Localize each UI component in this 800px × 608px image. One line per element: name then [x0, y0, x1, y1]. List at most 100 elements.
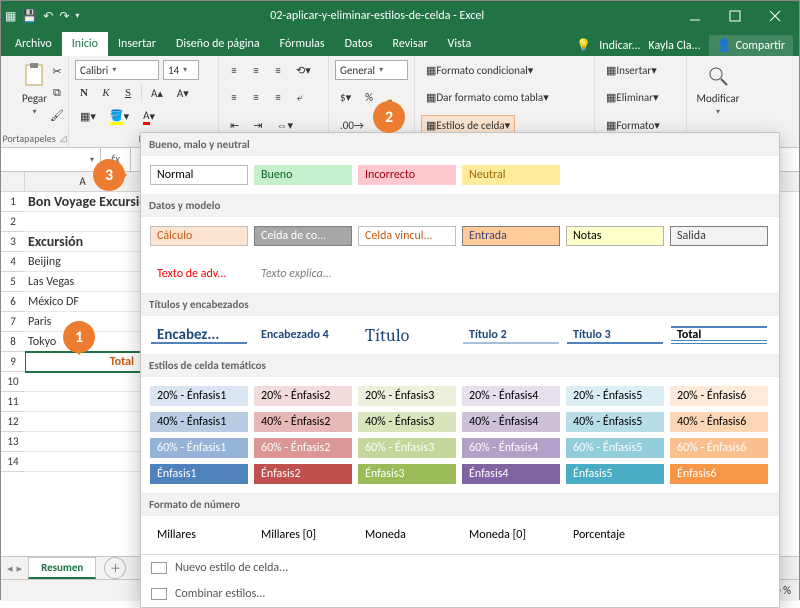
orientation-icon[interactable]: ⟲▾ [291, 60, 316, 80]
borders-icon[interactable]: ▦▾ [75, 107, 101, 127]
style-swatch[interactable]: 60% - Énfasis6 [670, 438, 768, 458]
tell-me-text[interactable]: Indicar... [599, 39, 640, 53]
style-swatch[interactable]: Texto explica... [254, 264, 352, 284]
style-swatch[interactable]: Cálculo [150, 226, 248, 246]
style-swatch[interactable]: 20% - Énfasis3 [358, 386, 456, 406]
format-as-table-button[interactable]: ▦ Dar formato como tabla ▾ [421, 88, 554, 108]
cell-A3[interactable]: Excursión [25, 232, 141, 252]
align-right-icon[interactable]: ≡ [269, 88, 287, 108]
row-header[interactable]: 13 [1, 432, 25, 452]
cell-A14[interactable] [25, 452, 141, 472]
style-swatch[interactable]: Énfasis2 [254, 464, 352, 484]
style-swatch[interactable]: Entrada [462, 226, 560, 246]
align-bottom-icon[interactable]: ≡ [269, 60, 287, 80]
style-swatch[interactable]: Título 2 [462, 325, 560, 345]
style-swatch[interactable]: Texto de adv... [150, 264, 248, 284]
style-swatch[interactable]: Porcentaje [566, 525, 664, 545]
style-swatch[interactable]: 60% - Énfasis1 [150, 438, 248, 458]
dialog-launcher-icon[interactable]: ◿ [60, 133, 67, 144]
row-header[interactable]: 6 [1, 292, 25, 312]
row-header[interactable]: 8 [1, 332, 25, 352]
row-header[interactable]: 5 [1, 272, 25, 292]
cell-A11[interactable] [25, 392, 141, 412]
editing-button[interactable]: Modificar ▾ [693, 60, 743, 119]
style-swatch[interactable]: Moneda [358, 525, 456, 545]
tab-datos[interactable]: Datos [335, 32, 383, 56]
style-swatch[interactable]: 20% - Énfasis4 [462, 386, 560, 406]
style-swatch[interactable]: Total [670, 325, 768, 345]
style-swatch[interactable]: Título 3 [566, 325, 664, 345]
row-header[interactable]: 2 [1, 212, 25, 232]
cell-A6[interactable]: México DF [25, 292, 141, 312]
style-swatch[interactable]: Moneda [0] [462, 525, 560, 545]
font-size-combo[interactable]: 14▾ [163, 60, 199, 80]
style-swatch[interactable]: 20% - Énfasis2 [254, 386, 352, 406]
font-name-combo[interactable]: Calibri▾ [75, 60, 159, 80]
style-swatch[interactable]: Neutral [462, 165, 560, 185]
wrap-text-icon[interactable]: ⤶ [291, 88, 309, 108]
cell-A13[interactable] [25, 432, 141, 452]
style-swatch[interactable]: Celda vincul... [358, 226, 456, 246]
tab-diseño-de-página[interactable]: Diseño de página [166, 32, 270, 56]
tab-insertar[interactable]: Insertar [108, 32, 166, 56]
align-center-icon[interactable]: ≡ [247, 88, 265, 108]
name-box[interactable]: ▾ [1, 148, 101, 171]
format-painter-icon[interactable]: 🖌 [45, 105, 69, 125]
style-swatch[interactable]: 20% - Énfasis5 [566, 386, 664, 406]
style-swatch[interactable]: 20% - Énfasis1 [150, 386, 248, 406]
conditional-format-button[interactable]: ▦ Formato condicional ▾ [421, 60, 538, 80]
close-button[interactable] [755, 1, 795, 31]
cell-A5[interactable]: Las Vegas [25, 272, 141, 292]
style-swatch[interactable]: Título [358, 325, 456, 345]
copy-icon[interactable]: ⧉ [45, 83, 69, 103]
row-header[interactable]: 7 [1, 312, 25, 332]
qat-dropdown-icon[interactable]: ▾ [75, 11, 79, 21]
tab-inicio[interactable]: Inicio [62, 32, 108, 56]
row-header[interactable]: 4 [1, 252, 25, 272]
style-swatch[interactable]: Millares [150, 525, 248, 545]
style-swatch[interactable]: Celda de co... [254, 226, 352, 246]
style-swatch[interactable]: Énfasis6 [670, 464, 768, 484]
row-header[interactable]: 9 [1, 352, 25, 372]
style-swatch[interactable]: 60% - Énfasis5 [566, 438, 664, 458]
maximize-button[interactable] [715, 1, 755, 31]
minimize-button[interactable] [675, 1, 715, 31]
tab-revisar[interactable]: Revisar [383, 32, 438, 56]
share-button[interactable]: 👤 Compartir [709, 35, 793, 56]
sheet-nav-next-icon[interactable]: ▸ [17, 562, 23, 575]
row-header[interactable]: 11 [1, 392, 25, 412]
style-swatch[interactable]: Incorrecto [358, 165, 456, 185]
grow-font-icon[interactable]: A▴ [146, 83, 168, 103]
cell-A4[interactable]: Beijing [25, 252, 141, 272]
style-swatch[interactable]: 60% - Énfasis2 [254, 438, 352, 458]
sheet-tab[interactable]: Resumen [28, 557, 96, 579]
redo-icon[interactable]: ↷ [59, 9, 69, 24]
delete-cells-button[interactable]: ▦ Eliminar ▾ [601, 88, 664, 108]
style-swatch[interactable]: Normal [150, 165, 248, 185]
style-swatch[interactable]: 40% - Énfasis4 [462, 412, 560, 432]
row-header[interactable]: 10 [1, 372, 25, 392]
gallery-footer-item[interactable]: Nuevo estilo de celda... [141, 555, 779, 581]
select-all-corner[interactable] [1, 172, 25, 192]
user-name[interactable]: Kayla Cla... [648, 39, 700, 53]
row-header[interactable]: 14 [1, 452, 25, 472]
style-swatch[interactable]: 60% - Énfasis4 [462, 438, 560, 458]
style-swatch[interactable]: 40% - Énfasis3 [358, 412, 456, 432]
fill-color-icon[interactable]: 🪣▾ [105, 107, 134, 127]
bold-button[interactable]: N [75, 83, 93, 103]
save-icon[interactable]: 💾 [22, 9, 37, 24]
italic-button[interactable]: K [97, 83, 115, 103]
undo-icon[interactable]: ↶ [43, 9, 53, 24]
style-swatch[interactable]: Énfasis3 [358, 464, 456, 484]
style-swatch[interactable]: 40% - Énfasis5 [566, 412, 664, 432]
style-swatch[interactable]: Énfasis5 [566, 464, 664, 484]
add-sheet-button[interactable]: ＋ [104, 557, 126, 579]
row-header[interactable]: 12 [1, 412, 25, 432]
style-swatch[interactable]: 40% - Énfasis1 [150, 412, 248, 432]
style-swatch[interactable]: Énfasis1 [150, 464, 248, 484]
tab-vista[interactable]: Vista [438, 32, 482, 56]
tab-fórmulas[interactable]: Fórmulas [270, 32, 335, 56]
cell-A10[interactable] [25, 372, 141, 392]
style-swatch[interactable]: Salida [670, 226, 768, 246]
cell-A12[interactable] [25, 412, 141, 432]
